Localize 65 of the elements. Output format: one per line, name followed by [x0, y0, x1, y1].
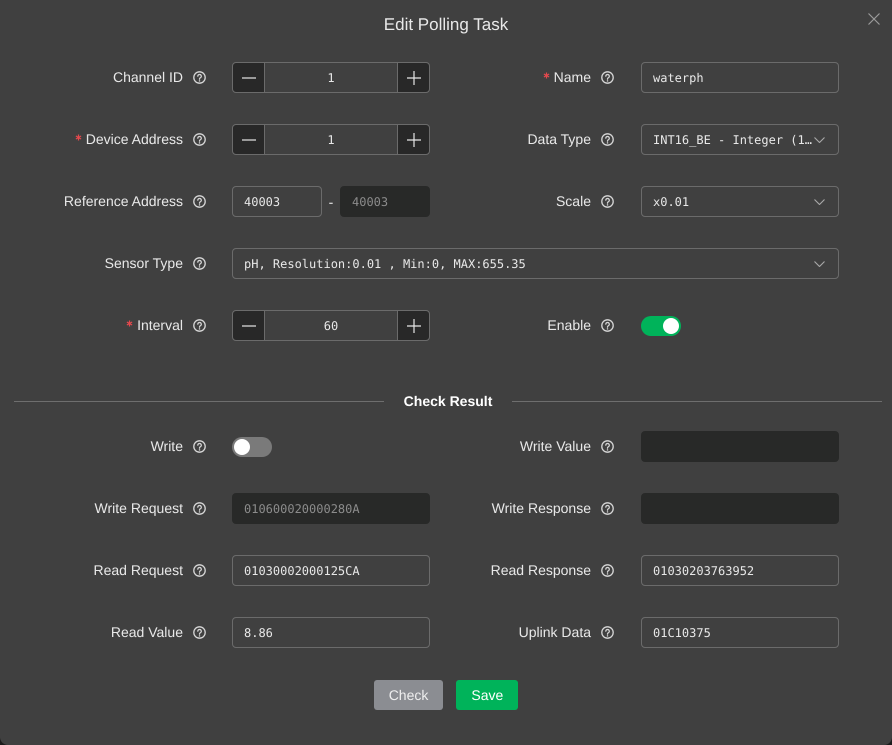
- field-label: Uplink Data: [518, 624, 591, 641]
- plus-icon: [406, 70, 420, 84]
- field-label: Read Response: [490, 562, 591, 579]
- help-icon: [601, 626, 614, 639]
- field-label: Write Request: [94, 500, 183, 517]
- help-icon: [601, 440, 614, 453]
- field-label: Interval: [137, 317, 183, 334]
- plus-icon: [406, 132, 420, 146]
- minus-icon: [242, 76, 256, 78]
- select-field[interactable]: x0.01: [641, 186, 839, 217]
- chevron-down-icon: [814, 198, 825, 204]
- field-label: Sensor Type: [104, 255, 183, 272]
- help-icon: [601, 502, 614, 515]
- field-label: Data Type: [527, 131, 591, 148]
- field-label: Write Response: [492, 500, 591, 517]
- select-field[interactable]: INT16_BE - Integer (1…: [641, 124, 839, 155]
- field-label: Channel ID: [112, 69, 183, 86]
- range-separator: -: [328, 194, 334, 210]
- minus-icon: [242, 324, 256, 326]
- minus-icon: [242, 138, 256, 140]
- text-field[interactable]: waterph: [641, 62, 839, 93]
- field-label: Write Value: [520, 438, 591, 455]
- help-icon: [601, 564, 614, 577]
- help-icon: [193, 195, 206, 208]
- dialog-title: Edit Polling Task: [384, 14, 508, 36]
- text-field[interactable]: 40003: [232, 186, 322, 217]
- increment-button[interactable]: [397, 124, 430, 155]
- help-icon: [193, 319, 206, 332]
- decrement-button[interactable]: [232, 310, 265, 341]
- help-icon: [193, 502, 206, 515]
- field-label: Read Value: [110, 624, 183, 641]
- toggle-switch[interactable]: [641, 316, 681, 336]
- help-icon: [193, 257, 206, 270]
- decrement-button[interactable]: [232, 62, 265, 93]
- help-icon: [193, 440, 206, 453]
- chevron-down-icon: [814, 136, 825, 142]
- help-icon: [193, 133, 206, 146]
- chevron-down-icon: [814, 260, 825, 266]
- increment-button[interactable]: [397, 62, 430, 93]
- field-label: Device Address: [86, 131, 183, 148]
- text-field[interactable]: 8.86: [232, 617, 430, 648]
- select-field[interactable]: pH, Resolution:0.01 , Min:0, MAX:655.35: [232, 248, 839, 279]
- close-button[interactable]: [868, 13, 880, 25]
- field-label: Read Request: [93, 562, 183, 579]
- text-field[interactable]: 01C10375: [641, 617, 839, 648]
- help-icon: [601, 319, 614, 332]
- help-icon: [193, 71, 206, 84]
- toggle-switch[interactable]: [232, 436, 272, 456]
- field-label: Name: [554, 69, 591, 86]
- help-icon: [601, 133, 614, 146]
- field-label: Reference Address: [64, 193, 183, 210]
- help-icon: [601, 71, 614, 84]
- help-icon: [193, 564, 206, 577]
- field-label: Write: [150, 438, 183, 455]
- text-field[interactable]: 01030203763952: [641, 555, 839, 586]
- section-title: Check Result: [402, 392, 494, 411]
- help-icon: [601, 195, 614, 208]
- text-field[interactable]: 01030002000125CA: [232, 555, 430, 586]
- help-icon: [193, 626, 206, 639]
- field-label: Enable: [547, 317, 591, 334]
- field-label: Scale: [556, 193, 591, 210]
- plus-icon: [406, 318, 420, 332]
- decrement-button[interactable]: [232, 124, 265, 155]
- close-icon: [868, 13, 880, 25]
- increment-button[interactable]: [397, 310, 430, 341]
